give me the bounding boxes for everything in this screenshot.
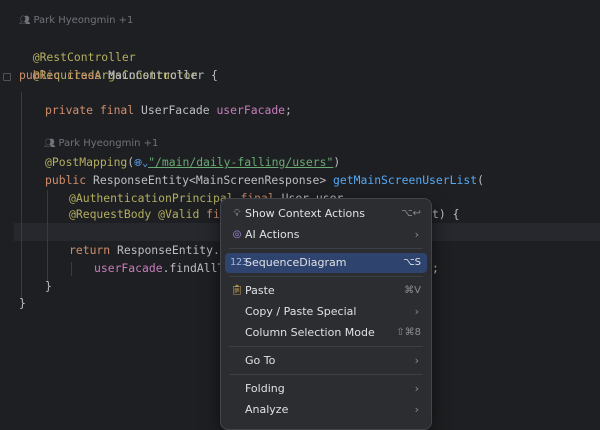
menu-item-paste[interactable]: 📋︎ Paste ⌘V bbox=[225, 281, 427, 301]
indent-guide bbox=[71, 262, 72, 276]
author-hint[interactable]: 👥︎ Park Hyeongmin +1 bbox=[44, 136, 158, 152]
chevron-right-icon: › bbox=[414, 228, 419, 241]
menu-item-analyze[interactable]: Analyze › bbox=[225, 400, 427, 420]
menu-item-column-selection-mode[interactable]: Column Selection Mode ⇧⌘8 bbox=[225, 323, 427, 343]
menu-item-folding[interactable]: Folding › bbox=[225, 379, 427, 399]
menu-item-ai-actions[interactable]: ◎ AI Actions › bbox=[225, 225, 427, 245]
code-line[interactable]: @RequestBody @Valid fina bbox=[69, 205, 234, 223]
chevron-right-icon: › bbox=[414, 382, 419, 395]
fold-marker[interactable] bbox=[3, 73, 11, 81]
users-icon: 👥︎ bbox=[19, 16, 31, 26]
users-icon: 👥︎ bbox=[44, 139, 56, 149]
chevron-right-icon: › bbox=[414, 305, 419, 318]
code-line[interactable]: private final UserFacade userFacade; bbox=[45, 101, 292, 119]
menu-separator bbox=[229, 248, 423, 249]
code-line[interactable]: return ResponseEntity.ok bbox=[69, 241, 234, 259]
code-line[interactable]: public ResponseEntity<MainScreenResponse… bbox=[45, 171, 484, 189]
sequence-diagram-icon: 123 bbox=[230, 257, 249, 268]
chevron-right-icon: › bbox=[414, 403, 419, 416]
menu-separator bbox=[229, 276, 423, 277]
menu-separator bbox=[229, 374, 423, 375]
bulb-icon: 💡︎ bbox=[233, 208, 241, 219]
editor-gutter bbox=[0, 0, 14, 418]
code-line[interactable]: } bbox=[19, 294, 26, 312]
code-line[interactable]: @PostMapping(🌐︎⌄"/main/daily-falling/use… bbox=[45, 153, 340, 171]
clipboard-icon: 📋︎ bbox=[230, 285, 244, 296]
code-line[interactable]: userFacade.findAllTo bbox=[94, 259, 231, 277]
code-line[interactable]: public class MainController { bbox=[19, 66, 218, 84]
ai-spiral-icon: ◎ bbox=[232, 229, 242, 240]
chevron-right-icon: › bbox=[414, 354, 419, 367]
code-line-tail[interactable]: t) { bbox=[432, 205, 459, 223]
indent-guide bbox=[21, 92, 22, 300]
code-line[interactable]: @RestController bbox=[19, 30, 136, 64]
menu-item-go-to[interactable]: Go To › bbox=[225, 351, 427, 371]
menu-item-copy-paste-special[interactable]: Copy / Paste Special › bbox=[225, 302, 427, 322]
code-line[interactable]: @RequiredArgsConstructor bbox=[19, 48, 198, 82]
globe-icon[interactable]: 🌐︎⌄ bbox=[134, 158, 148, 169]
code-line-tail[interactable]: ; bbox=[432, 259, 439, 277]
code-line[interactable]: } bbox=[45, 277, 52, 295]
editor-context-menu: 💡︎ Show Context Actions ⌥↩ ◎ AI Actions … bbox=[220, 198, 432, 430]
menu-item-show-context-actions[interactable]: 💡︎ Show Context Actions ⌥↩ bbox=[225, 204, 427, 224]
menu-separator bbox=[229, 346, 423, 347]
author-hint[interactable]: 👥︎ Park Hyeongmin +1 bbox=[19, 13, 133, 29]
indent-guide bbox=[47, 190, 48, 282]
menu-item-sequence-diagram[interactable]: 123 SequenceDiagram ⌥S bbox=[225, 253, 427, 273]
